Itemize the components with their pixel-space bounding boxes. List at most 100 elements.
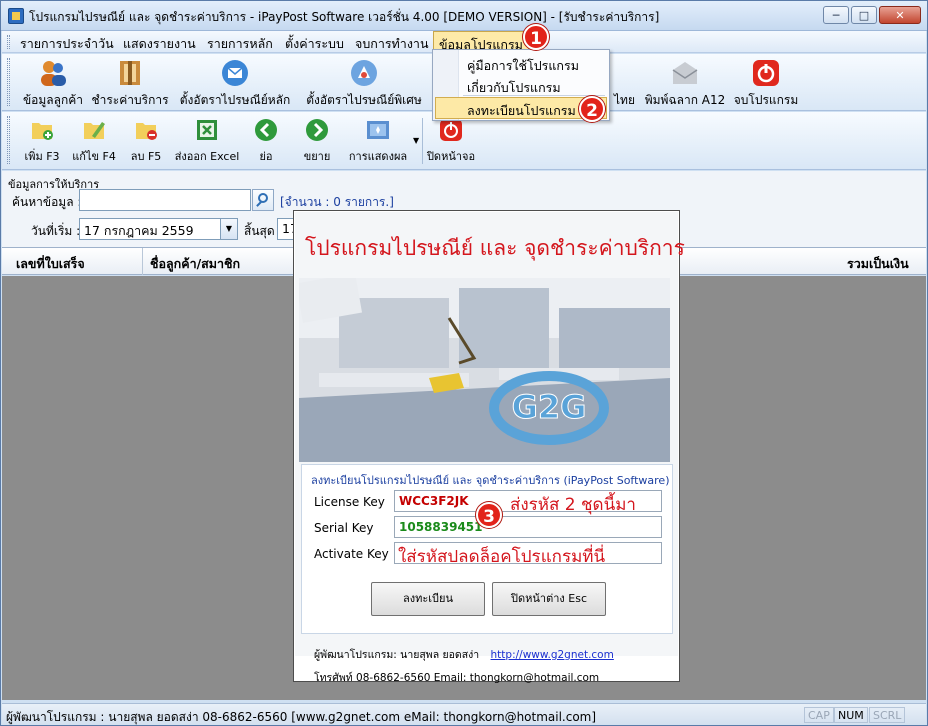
window-title: โปรแกรมไปรษณีย์ และ จุดชำระค่าบริการ - i… xyxy=(29,10,660,24)
license-note: ส่งรหัส 2 ชุดนี้มา xyxy=(510,495,636,515)
office-image: G2G xyxy=(299,278,670,462)
toolbar-separator xyxy=(422,118,423,164)
status-developer-text: ผู้พัฒนาโปรแกรม : นายสุพล ยอดสง่า 08-686… xyxy=(6,710,597,724)
delete-button[interactable]: ลบ F5 xyxy=(128,118,164,165)
thai-post-icon xyxy=(614,56,634,91)
edit-folder-icon xyxy=(84,122,105,139)
col-receipt-no[interactable]: เลขที่ใบเสร็จ xyxy=(16,254,85,274)
menu-master[interactable]: รายการหลัก xyxy=(207,34,273,54)
collapse-button[interactable]: ย่อ xyxy=(252,118,280,165)
dialog-panel: โปรแกรมไปรษณีย์ และ จุดชำระค่าบริการ G2G… xyxy=(295,212,685,656)
developer-text: ผู้พัฒนาโปรแกรม: นายสุพล ยอดสง่า xyxy=(314,649,480,661)
g2g-logo: G2G xyxy=(512,388,587,426)
close-button[interactable]: ✕ xyxy=(879,6,921,24)
menu-user-manual[interactable]: คู่มือการใช้โปรแกรม xyxy=(467,56,579,76)
expand-label: ขยาย xyxy=(303,150,331,163)
delete-label: ลบ F5 xyxy=(130,150,162,163)
start-date-dropdown[interactable]: ▼ xyxy=(220,218,238,240)
expand-button[interactable]: ขยาย xyxy=(302,118,332,165)
search-label: ค้นหาข้อมูล : xyxy=(12,195,82,209)
payment-button[interactable]: ชำระค่าบริการ xyxy=(91,56,169,110)
activate-note: ใส่รหัสปลดล็อคโปรแกรมที่นี่ xyxy=(398,547,606,567)
menu-register[interactable]: ลงทะเบียนโปรแกรม xyxy=(467,101,576,121)
add-folder-icon xyxy=(32,123,53,140)
toolbar2-grip xyxy=(7,116,10,164)
menu-daily[interactable]: รายการประจำวัน xyxy=(20,34,114,54)
end-date-label: สิ้นสุด xyxy=(244,224,275,238)
print-label-label: พิมพ์ฉลาก A12 xyxy=(644,93,726,107)
form-caption: ลงทะเบียนโปรแกรมไปรษณีย์ และ จุดชำระค่าบ… xyxy=(311,474,670,487)
payment-label: ชำระค่าบริการ xyxy=(91,93,169,107)
license-key-label: License Key xyxy=(314,495,385,509)
close-dialog-button[interactable]: ปิดหน้าต่าง Esc xyxy=(492,582,606,616)
dialog-title: โปรแกรมไปรษณีย์ และ จุดชำระค่าบริการ xyxy=(305,236,685,260)
menu-exit[interactable]: จบการทำงาน xyxy=(355,34,429,54)
thai-post-button[interactable]: ไทย xyxy=(614,56,635,110)
thai-post-label: ไทย xyxy=(614,93,635,107)
expand-arrow-icon xyxy=(306,119,328,141)
close-screen-button[interactable]: ปิดหน้าจอ xyxy=(426,118,476,165)
col-total[interactable]: รวมเป็นเงิน xyxy=(847,254,909,274)
power-icon xyxy=(753,60,779,86)
num-indicator: NUM xyxy=(834,707,868,723)
start-date-input[interactable]: 17 กรกฎาคม 2559 xyxy=(79,218,221,240)
scrl-indicator: SCRL xyxy=(869,707,906,723)
developer-link[interactable]: http://www.g2gnet.com xyxy=(491,649,614,661)
envelope-icon xyxy=(672,62,698,84)
edit-button[interactable]: แก้ไข F4 xyxy=(71,118,117,165)
collapse-label: ย่อ xyxy=(259,150,273,163)
excel-icon xyxy=(197,120,217,140)
add-label: เพิ่ม F3 xyxy=(24,150,60,163)
exit-program-button[interactable]: จบโปรแกรม xyxy=(732,56,800,110)
minimize-button[interactable]: ─ xyxy=(823,6,849,24)
window-controls: ─ □ ✕ xyxy=(823,6,921,24)
menu-grip xyxy=(7,35,10,49)
cap-indicator: CAP xyxy=(804,707,834,723)
customers-button[interactable]: ข้อมูลลูกค้า xyxy=(20,56,86,110)
display-label: การแสดงผล xyxy=(348,150,408,163)
serial-key-field[interactable]: 1058839451 xyxy=(394,516,662,538)
col-customer[interactable]: ชื่อลูกค้า/สมาชิก xyxy=(150,254,240,274)
display-button[interactable]: การแสดงผล xyxy=(347,118,409,165)
activate-key-label: Activate Key xyxy=(314,547,389,561)
print-label-button[interactable]: พิมพ์ฉลาก A12 xyxy=(642,56,728,110)
main-rate-button[interactable]: ตั้งอัตราไปรษณีย์หลัก xyxy=(175,56,295,110)
toolbar-grip xyxy=(7,58,10,106)
customers-icon xyxy=(41,61,66,86)
delete-folder-icon xyxy=(136,123,157,140)
display-dropdown-icon[interactable]: ▼ xyxy=(413,136,419,145)
maximize-button[interactable]: □ xyxy=(851,6,877,24)
registration-dialog: โปรแกรมไปรษณีย์ และ จุดชำระค่าบริการ G2G… xyxy=(293,210,685,684)
callout-3: 3 xyxy=(476,502,502,528)
mail-rate-icon xyxy=(222,60,248,86)
customers-label: ข้อมูลลูกค้า xyxy=(22,93,84,107)
export-excel-label: ส่งออก Excel xyxy=(174,150,240,163)
close-screen-icon xyxy=(440,119,462,141)
serial-key-label: Serial Key xyxy=(314,521,374,535)
menu-reports[interactable]: แสดงรายงาน xyxy=(123,34,196,54)
chevron-down-icon: ▼ xyxy=(225,224,233,233)
office-illustration: G2G xyxy=(299,278,670,462)
search-button[interactable] xyxy=(252,189,274,211)
payment-icon xyxy=(120,61,140,85)
special-rate-icon xyxy=(351,60,377,86)
register-button[interactable]: ลงทะเบียน xyxy=(371,582,485,616)
edit-label: แก้ไข F4 xyxy=(72,150,116,163)
close-screen-label: ปิดหน้าจอ xyxy=(426,150,476,163)
special-rate-label: ตั้งอัตราไปรษณีย์พิเศษ xyxy=(306,93,422,107)
special-rate-button[interactable]: ตั้งอัตราไปรษณีย์พิเศษ xyxy=(300,56,428,110)
collapse-arrow-icon xyxy=(255,119,277,141)
main-rate-label: ตั้งอัตราไปรษณีย์หลัก xyxy=(179,93,291,107)
callout-1: 1 xyxy=(523,24,549,50)
dialog-developer: ผู้พัฒนาโปรแกรม: นายสุพล ยอดสง่า http://… xyxy=(314,646,614,663)
dialog-contact: โทรศัพท์ 08-6862-6560 Email: thongkorn@h… xyxy=(314,672,600,684)
add-button[interactable]: เพิ่ม F3 xyxy=(24,118,60,165)
status-bar: ผู้พัฒนาโปรแกรม : นายสุพล ยอดสง่า 08-686… xyxy=(2,703,926,725)
app-icon xyxy=(8,8,24,24)
export-excel-button[interactable]: ส่งออก Excel xyxy=(174,118,240,165)
start-date-label: วันที่เริ่ม : xyxy=(31,224,81,238)
registration-form: ลงทะเบียนโปรแกรมไปรษณีย์ และ จุดชำระค่าบ… xyxy=(301,464,673,634)
menu-settings[interactable]: ตั้งค่าระบบ xyxy=(285,34,344,54)
callout-2: 2 xyxy=(579,96,605,122)
search-input[interactable] xyxy=(79,189,251,211)
